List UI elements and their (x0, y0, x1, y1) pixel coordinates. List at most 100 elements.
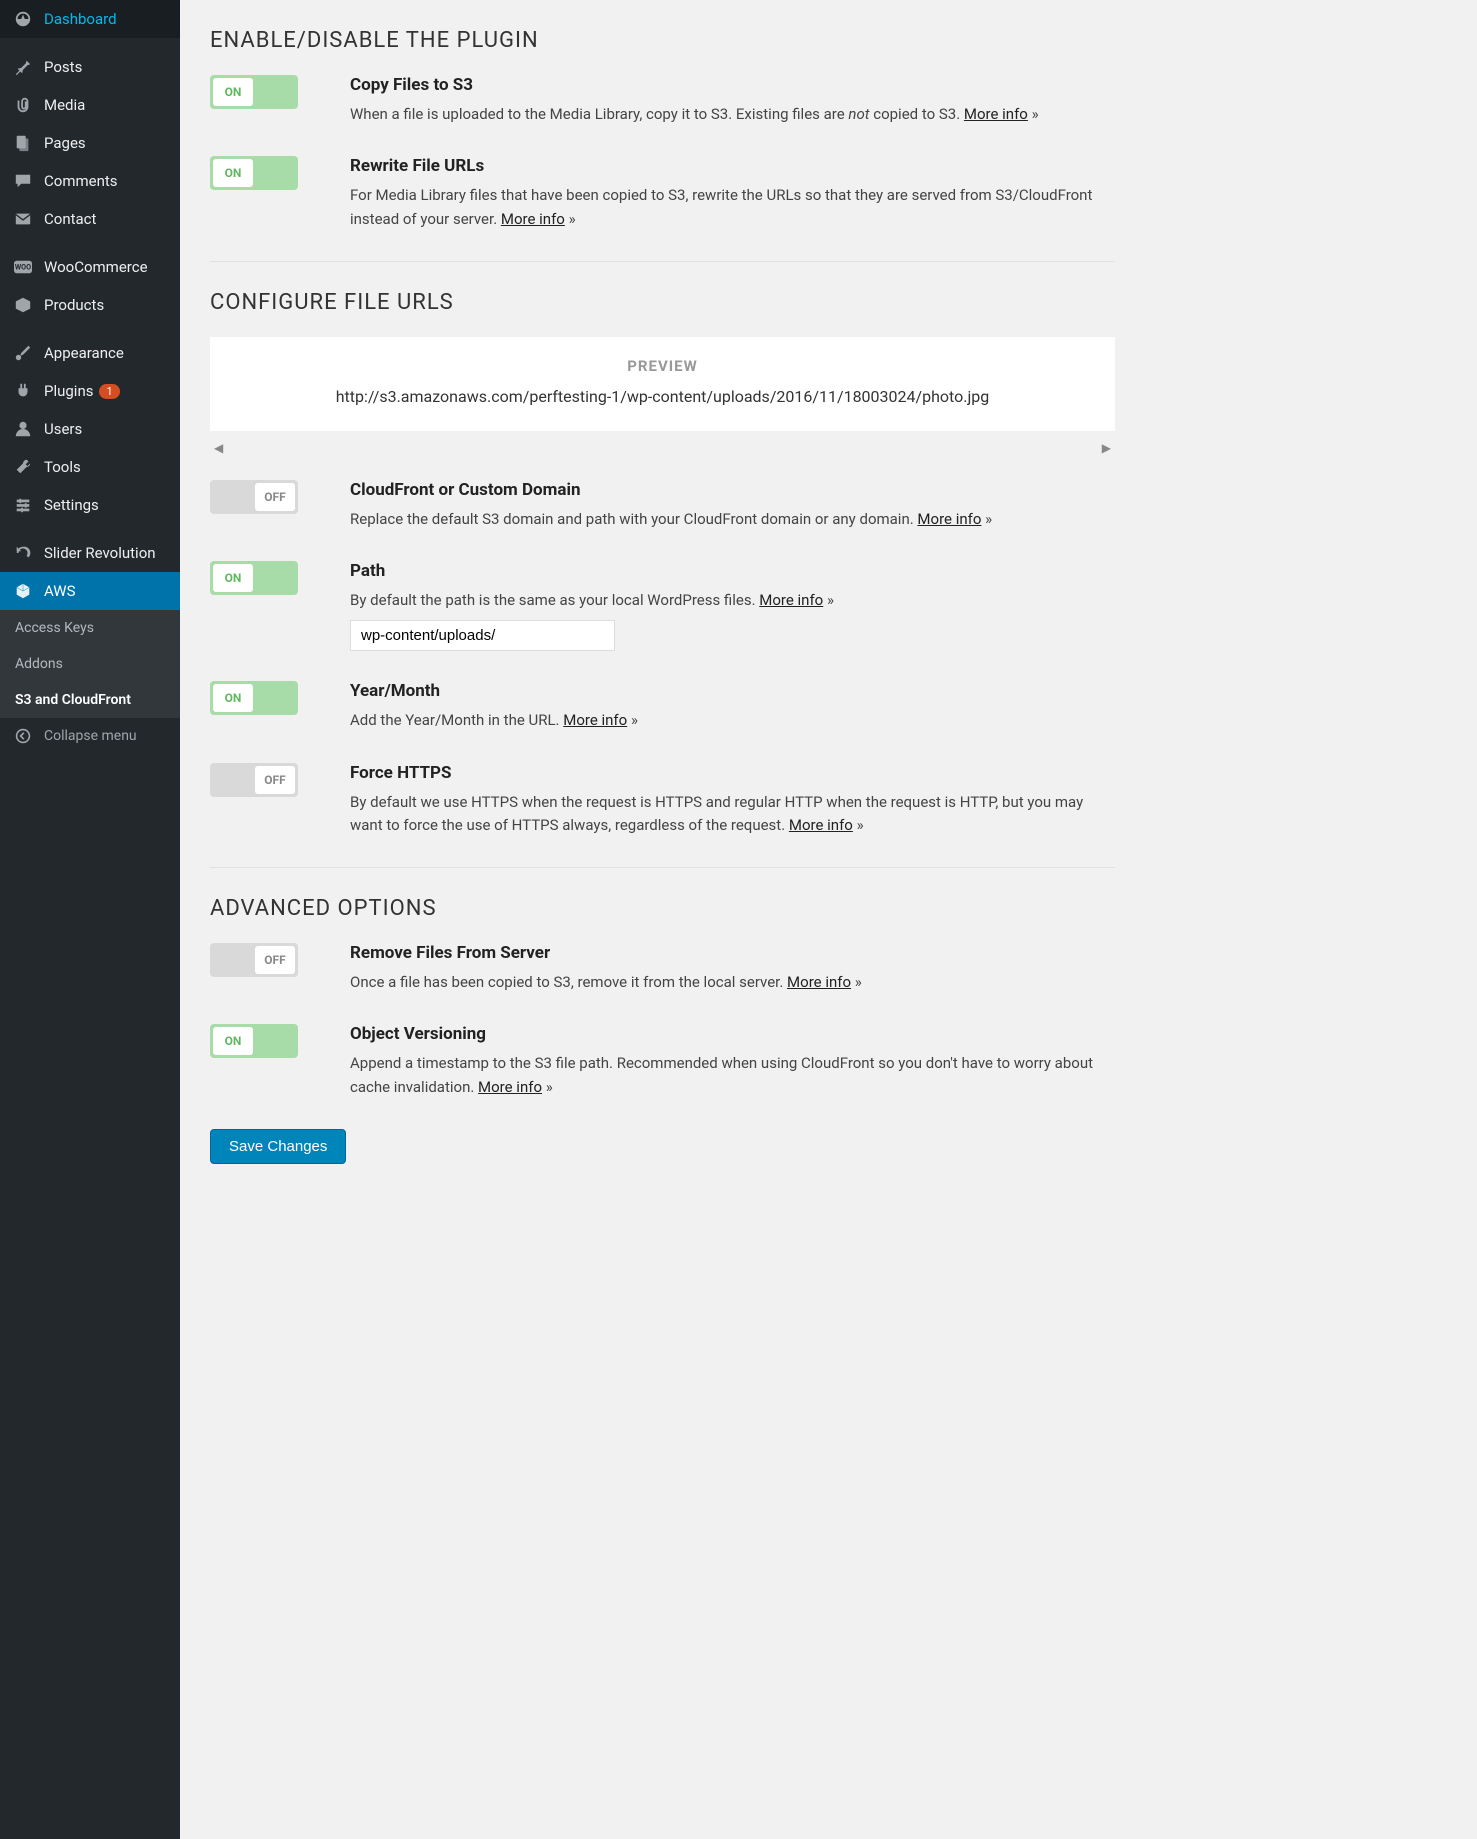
submenu-item-s3-and-cloudfront[interactable]: S3 and CloudFront (0, 682, 180, 718)
sidebar-item-slider-revolution[interactable]: Slider Revolution (0, 534, 180, 572)
sidebar-label: Dashboard (44, 10, 117, 28)
preview-url: http://s3.amazonaws.com/perftesting-1/wp… (210, 387, 1115, 406)
comment-icon (12, 172, 34, 190)
cube-icon (12, 582, 34, 600)
path-input[interactable] (350, 620, 615, 651)
sidebar-item-plugins[interactable]: Plugins 1 (0, 372, 180, 410)
setting-row: OFFRemove Files From ServerOnce a file h… (210, 943, 1115, 994)
toggle-label: ON (213, 78, 253, 106)
sidebar-item-users[interactable]: Users (0, 410, 180, 448)
sidebar-label: Posts (44, 58, 82, 76)
more-info-link[interactable]: More info (501, 210, 565, 228)
submenu-item-access-keys[interactable]: Access Keys (0, 610, 180, 646)
setting-title: Object Versioning (350, 1024, 1115, 1044)
preview-next-icon[interactable]: ▶ (1102, 441, 1111, 455)
sidebar-item-aws[interactable]: AWS (0, 572, 180, 610)
media-icon (12, 96, 34, 114)
update-badge: 1 (99, 384, 119, 399)
setting-row: OFFCloudFront or Custom DomainReplace th… (210, 480, 1115, 531)
toggle-switch[interactable]: ON (210, 561, 298, 595)
toggle-switch[interactable]: OFF (210, 763, 298, 797)
pages-icon (12, 134, 34, 152)
setting-title: Rewrite File URLs (350, 156, 1115, 176)
sidebar-item-products[interactable]: Products (0, 286, 180, 324)
setting-description: Add the Year/Month in the URL. More info… (350, 709, 1115, 732)
sidebar-item-dashboard[interactable]: Dashboard (0, 0, 180, 38)
setting-description: When a file is uploaded to the Media Lib… (350, 103, 1115, 126)
more-info-link[interactable]: More info (789, 816, 853, 834)
collapse-menu[interactable]: Collapse menu (0, 718, 180, 754)
collapse-label: Collapse menu (44, 728, 137, 744)
sidebar-label: WooCommerce (44, 258, 148, 276)
sidebar-item-posts[interactable]: Posts (0, 48, 180, 86)
toggle-label: OFF (255, 946, 295, 974)
toggle-switch[interactable]: OFF (210, 480, 298, 514)
mail-icon (12, 210, 34, 228)
sidebar-item-comments[interactable]: Comments (0, 162, 180, 200)
sidebar-item-tools[interactable]: Tools (0, 448, 180, 486)
preview-label: PREVIEW (210, 357, 1115, 375)
toggle-label: ON (213, 159, 253, 187)
more-info-link[interactable]: More info (759, 591, 823, 609)
setting-description: By default we use HTTPS when the request… (350, 791, 1115, 838)
toggle-switch[interactable]: ON (210, 75, 298, 109)
sidebar-label: Contact (44, 210, 96, 228)
toggle-label: ON (213, 684, 253, 712)
toggle-label: ON (213, 1027, 253, 1055)
appearance-icon (12, 344, 34, 362)
section-title-configure: CONFIGURE FILE URLS (210, 290, 1115, 315)
setting-row: ONPathBy default the path is the same as… (210, 561, 1115, 651)
sidebar-label: Products (44, 296, 104, 314)
toggle-switch[interactable]: ON (210, 156, 298, 190)
dashboard-icon (12, 10, 34, 28)
settings-icon (12, 496, 34, 514)
toggle-switch[interactable]: ON (210, 1024, 298, 1058)
svg-text:WOO: WOO (15, 263, 31, 272)
collapse-icon (12, 728, 34, 744)
preview-prev-icon[interactable]: ◀ (214, 441, 223, 455)
toggle-label: ON (213, 564, 253, 592)
sidebar-label: AWS (44, 582, 76, 600)
setting-description: Append a timestamp to the S3 file path. … (350, 1052, 1115, 1099)
sidebar-label: Users (44, 420, 82, 438)
sidebar-item-appearance[interactable]: Appearance (0, 334, 180, 372)
divider (210, 261, 1115, 262)
sidebar-label: Slider Revolution (44, 544, 156, 562)
setting-title: Force HTTPS (350, 763, 1115, 783)
submenu-item-addons[interactable]: Addons (0, 646, 180, 682)
woo-icon: WOO (12, 258, 34, 276)
toggle-switch[interactable]: OFF (210, 943, 298, 977)
sidebar-label: Pages (44, 134, 86, 152)
more-info-link[interactable]: More info (787, 973, 851, 991)
more-info-link[interactable]: More info (563, 711, 627, 729)
sidebar-label: Tools (44, 458, 81, 476)
save-changes-button[interactable]: Save Changes (210, 1129, 346, 1164)
setting-row: ONCopy Files to S3When a file is uploade… (210, 75, 1115, 126)
section-title-advanced: ADVANCED OPTIONS (210, 896, 1115, 921)
sidebar-item-media[interactable]: Media (0, 86, 180, 124)
url-preview-box: PREVIEW http://s3.amazonaws.com/perftest… (210, 337, 1115, 431)
sidebar-label: Plugins (44, 382, 93, 400)
sidebar-label: Appearance (44, 344, 124, 362)
section-title-enable: ENABLE/DISABLE THE PLUGIN (210, 28, 1115, 53)
more-info-link[interactable]: More info (964, 105, 1028, 123)
admin-sidebar: Dashboard Posts Media Pages Comments Contact W… (0, 0, 180, 1839)
products-icon (12, 296, 34, 314)
toggle-label: OFF (255, 483, 295, 511)
sidebar-item-woocommerce[interactable]: WOO WooCommerce (0, 248, 180, 286)
sidebar-item-pages[interactable]: Pages (0, 124, 180, 162)
more-info-link[interactable]: More info (478, 1078, 542, 1096)
setting-description: Replace the default S3 domain and path w… (350, 508, 1115, 531)
more-info-link[interactable]: More info (917, 510, 981, 528)
sidebar-label: Settings (44, 496, 99, 514)
refresh-icon (12, 544, 34, 562)
sidebar-item-settings[interactable]: Settings (0, 486, 180, 524)
sidebar-item-contact[interactable]: Contact (0, 200, 180, 238)
sidebar-label: Comments (44, 172, 118, 190)
preview-nav: ◀ ▶ (210, 441, 1115, 455)
setting-row: OFF Force HTTPS By default we use HTTPS wh… (210, 763, 1115, 838)
toggle-switch[interactable]: ON (210, 681, 298, 715)
pin-icon (12, 58, 34, 76)
plugin-icon (12, 382, 34, 400)
user-icon (12, 420, 34, 438)
